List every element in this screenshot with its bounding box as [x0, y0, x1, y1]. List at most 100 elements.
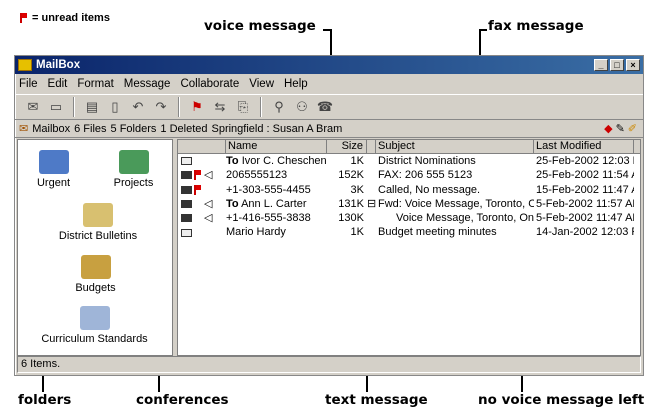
subject: Budget meeting minutes [378, 226, 497, 239]
info-mailbox: Mailbox [32, 122, 71, 135]
reply-icon[interactable]: ↶ [128, 97, 148, 117]
legend: = unread items [20, 12, 110, 24]
message-row[interactable]: To Ivor C. Cheschenko 1K District Nomina… [178, 154, 640, 168]
sender: Ann L. Carter [241, 197, 307, 210]
menu-format[interactable]: Format [77, 78, 113, 90]
info-bar: ✉ Mailbox 6 Files 5 Folders 1 Deleted Sp… [15, 120, 643, 138]
folder-projects[interactable]: Projects [106, 150, 161, 189]
copy-icon[interactable]: ⎘ [233, 97, 253, 117]
close-button[interactable]: × [626, 59, 640, 71]
window-title: MailBox [36, 59, 81, 71]
voice-message-icon [181, 214, 192, 223]
size: 130K [338, 212, 364, 225]
info-server: Springfield : Susan A Bram [211, 122, 343, 135]
pen-icon[interactable]: ✐ [628, 122, 637, 135]
size: 3K [350, 183, 364, 196]
conference-icon [80, 255, 111, 279]
menu-message[interactable]: Message [124, 78, 171, 90]
mail-icon [181, 157, 192, 166]
size: 152K [338, 169, 364, 182]
forward-icon[interactable]: ↷ [151, 97, 171, 117]
mailbox-app-icon [18, 59, 32, 71]
move-icon[interactable]: ⇆ [210, 97, 230, 117]
callout-fax-message: fax message [488, 18, 584, 34]
subject: Called, No message. [378, 183, 481, 196]
new-message-icon[interactable]: ✉ [23, 97, 43, 117]
subject: Voice Message, Toronto, Onta [396, 212, 534, 225]
column-size[interactable]: Size [327, 140, 367, 153]
folder-icon [118, 150, 149, 174]
menu-view[interactable]: View [249, 78, 274, 90]
toolbar: ✉ ▭ ▤ ▯ ↶ ↷ ⚑ ⇆ ⎘ ⚲ ⚇ ☎ [15, 94, 643, 120]
print-icon[interactable]: ▤ [82, 97, 102, 117]
delete-icon[interactable]: ▯ [105, 97, 125, 117]
message-row[interactable]: ◁ 2065555123 152K FAX: 206 555 5123 25-F… [178, 168, 640, 182]
search-icon[interactable]: ⚲ [269, 97, 289, 117]
speaker-icon: ◁ [204, 169, 213, 182]
folder-urgent[interactable]: Urgent [26, 150, 81, 189]
info-deleted: 1 Deleted [160, 122, 208, 135]
conference-icon [79, 306, 110, 330]
message-row[interactable]: ◁ +1-416-555-3838 130K Voice Message, To… [178, 211, 640, 225]
red-flag-icon [20, 13, 28, 23]
legend-text: = unread items [32, 12, 110, 24]
user-icon[interactable]: ⚇ [292, 97, 312, 117]
conference-curriculum-standards[interactable]: Curriculum Standards [22, 306, 167, 345]
maximize-button[interactable]: □ [610, 59, 624, 71]
sender: +1-416-555-3838 [226, 212, 311, 225]
subject: District Nominations [378, 155, 476, 167]
folder-pane: Urgent Projects District Bulletins Budge… [17, 139, 173, 356]
callout-conferences: conferences [136, 392, 229, 407]
conference-district-bulletins[interactable]: District Bulletins [38, 203, 158, 242]
title-bar[interactable]: MailBox _ □ × [15, 56, 643, 74]
conference-budgets[interactable]: Budgets [48, 255, 143, 294]
sender: Ivor C. Cheschenko [241, 155, 327, 167]
unread-flag-icon [194, 170, 202, 181]
fax-icon [181, 185, 192, 194]
menu-bar: File Edit Format Message Collaborate Vie… [15, 74, 643, 94]
sender: 2065555123 [226, 169, 288, 182]
fax-icon [181, 171, 192, 180]
mailbox-window: MailBox _ □ × File Edit Format Message C… [14, 55, 644, 376]
info-folders: 5 Folders [110, 122, 157, 135]
message-row[interactable]: ◁ To Ann L. Carter 131K ⊟ Fwd: Voice Mes… [178, 197, 640, 211]
conference-icon [83, 203, 113, 227]
message-row[interactable]: +1-303-555-4455 3K Called, No message. 1… [178, 183, 640, 197]
message-row[interactable]: Mario Hardy 1K Budget meeting minutes 14… [178, 225, 640, 239]
attachment-icon[interactable]: ◆ [604, 122, 612, 135]
folder-icon [38, 150, 69, 174]
menu-collaborate[interactable]: Collaborate [180, 78, 239, 90]
sender: +1-303-555-4455 [226, 183, 311, 196]
menu-help[interactable]: Help [284, 78, 308, 90]
column-expand[interactable] [367, 140, 376, 153]
subject: FAX: 206 555 5123 [378, 169, 473, 182]
menu-edit[interactable]: Edit [48, 78, 68, 90]
size: 1K [350, 226, 364, 239]
column-last-modified[interactable]: Last Modified [534, 140, 634, 153]
mail-icon [181, 228, 192, 237]
mailbox-icon: ✉ [19, 123, 29, 135]
icon-columns-header[interactable] [178, 140, 226, 153]
expand-icon[interactable]: ⊟ [367, 197, 376, 211]
callout-text-message: text message [325, 392, 428, 407]
speaker-icon: ◁ [204, 198, 213, 211]
status-bar: 6 Items. [17, 356, 641, 373]
size: 1K [350, 155, 364, 167]
sender: Mario Hardy [226, 226, 286, 239]
flag-icon[interactable]: ⚑ [187, 97, 207, 117]
edit-icon[interactable]: ✎ [616, 122, 625, 135]
voice-message-icon [181, 200, 192, 209]
phone-icon[interactable]: ☎ [315, 97, 335, 117]
unread-flag-icon [194, 184, 202, 195]
callout-folders: folders [18, 392, 72, 407]
new-folder-icon[interactable]: ▭ [46, 97, 66, 117]
menu-file[interactable]: File [19, 78, 38, 90]
subject: Fwd: Voice Message, Toronto, On [378, 197, 534, 210]
column-subject[interactable]: Subject [376, 140, 534, 153]
column-name[interactable]: Name [226, 140, 327, 153]
message-list: Name Size Subject Last Modified To Ivor … [177, 139, 641, 356]
minimize-button[interactable]: _ [594, 59, 608, 71]
callout-no-voice-message: no voice message left [478, 392, 645, 407]
callout-voice-message: voice message [204, 18, 316, 34]
size: 131K [338, 197, 364, 210]
